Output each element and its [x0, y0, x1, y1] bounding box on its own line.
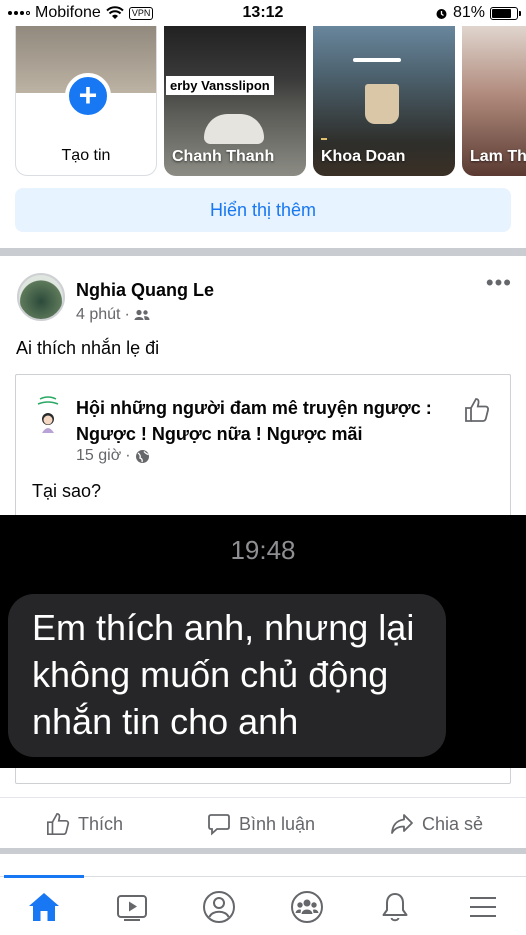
story-name: Khoa Doan	[321, 148, 406, 165]
battery-percent: 81%	[452, 4, 485, 21]
nav-active-indicator	[4, 875, 84, 878]
post-meta: 4 phút ·	[76, 306, 150, 324]
story-shoe-image	[204, 114, 264, 144]
story-overlay-text: erby Vansslipon	[166, 76, 274, 95]
comment-icon	[208, 814, 230, 836]
story-sticker	[353, 58, 401, 62]
share-label: Chia sẻ	[422, 813, 484, 834]
meta-separator: ·	[125, 447, 131, 464]
comment-button[interactable]: Bình luận	[207, 812, 315, 836]
post-author[interactable]: Nghia Quang Le	[76, 280, 214, 301]
status-right: 81%	[435, 4, 521, 22]
nav-video[interactable]	[114, 889, 150, 925]
story-cup-image	[365, 84, 399, 124]
notifications-icon	[382, 893, 408, 922]
plus-icon: +	[65, 73, 111, 119]
story-card[interactable]: Lam Th	[462, 14, 526, 176]
share-button[interactable]: Chia sẻ	[390, 812, 483, 836]
overlay-timestamp: 19:48	[230, 535, 296, 565]
battery-fill	[492, 8, 512, 18]
profile-icon	[203, 891, 235, 923]
groups-icon	[291, 891, 323, 923]
shared-post-text: Tại sao?	[32, 481, 102, 501]
nav-profile[interactable]	[201, 889, 237, 925]
like-button[interactable]: Thích	[46, 812, 123, 836]
share-icon	[391, 814, 413, 834]
see-more-button[interactable]: Hiển thị thêm	[15, 188, 511, 232]
nav-menu[interactable]	[465, 889, 501, 925]
story-name: Chanh Thanh	[172, 148, 275, 165]
story-name: Lam Th	[470, 148, 526, 165]
create-story-label: Tạo tin	[61, 147, 111, 164]
more-options-icon[interactable]: •••	[486, 270, 512, 296]
like-icon	[47, 813, 70, 835]
avatar[interactable]	[17, 273, 65, 321]
shared-post-time[interactable]: 15 giờ	[76, 447, 121, 465]
like-label: Thích	[78, 813, 124, 834]
nav-groups[interactable]	[289, 889, 325, 925]
story-card[interactable]: erby Vansslipon Chanh Thanh	[164, 14, 306, 176]
shared-group-name[interactable]: Hội những người đam mê truyện ngược : Ng…	[76, 395, 456, 447]
group-avatar	[32, 395, 64, 435]
section-divider	[0, 848, 526, 854]
post-text: Ai thích nhắn lẹ đi	[16, 338, 160, 358]
menu-icon	[470, 897, 496, 917]
battery-icon	[490, 6, 521, 20]
globe-icon	[135, 449, 149, 463]
comment-label: Bình luận	[239, 813, 316, 834]
like-outline-icon[interactable]	[464, 397, 490, 423]
home-icon	[29, 893, 59, 921]
video-icon	[117, 895, 147, 921]
bottom-nav	[0, 875, 526, 935]
create-story-card[interactable]: + Tạo tin	[15, 14, 157, 176]
alarm-icon	[436, 8, 447, 19]
post-actions-bar: Thích Bình luận Chia sẻ	[0, 797, 526, 847]
shared-post-meta: 15 giờ ·	[76, 447, 150, 465]
status-bar: Mobifone VPN 13:12 81%	[0, 0, 526, 26]
story-caption-strip	[321, 138, 327, 140]
nav-notifications[interactable]	[377, 889, 413, 925]
stories-row: + Tạo tin erby Vansslipon Chanh Thanh Kh…	[0, 0, 526, 180]
friends-audience-icon	[134, 309, 150, 320]
message-bubble: Em thích anh, nhưng lại không muốn chủ đ…	[8, 594, 446, 757]
story-card[interactable]: Khoa Doan	[313, 14, 455, 176]
meta-separator: ·	[124, 306, 130, 323]
message-overlay: 19:48 Em thích anh, nhưng lại không muốn…	[0, 515, 526, 768]
section-divider	[0, 248, 526, 256]
post-time[interactable]: 4 phút	[76, 306, 120, 324]
nav-home[interactable]	[26, 889, 62, 925]
